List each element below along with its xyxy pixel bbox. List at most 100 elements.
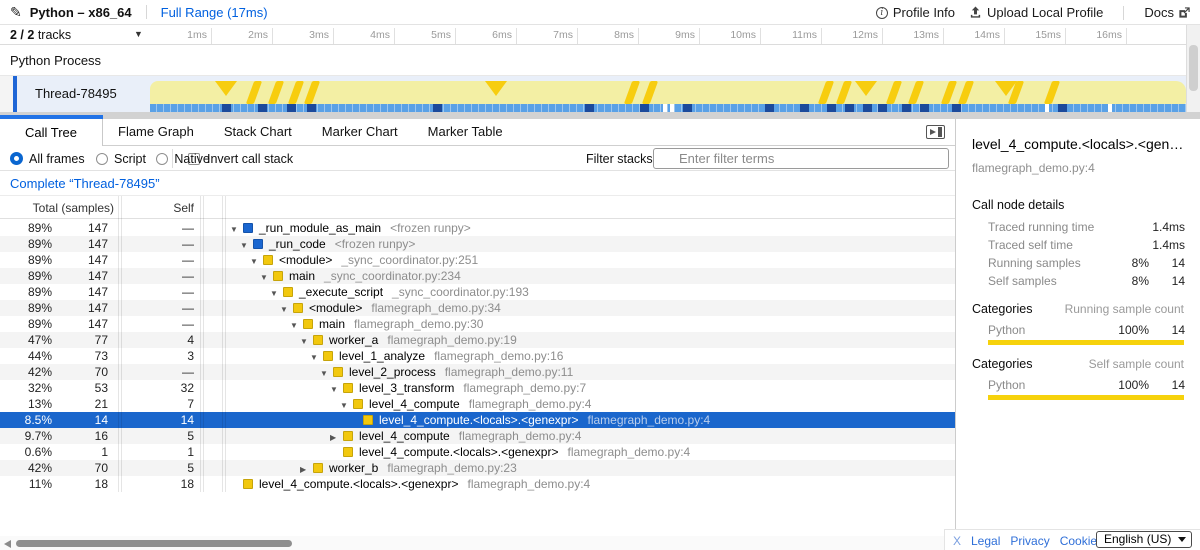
thread-track[interactable]: Thread-78495 — [0, 76, 1186, 112]
category-name: Python — [988, 323, 1025, 337]
call-tree-row[interactable]: 8.5%1414level_4_compute.<locals>.<genexp… — [0, 412, 955, 428]
radio-all-frames[interactable]: All frames — [10, 146, 85, 171]
category-square-icon — [263, 255, 273, 265]
file-location: flamegraph_demo.py:16 — [434, 349, 563, 363]
profiler-app: ✎ Python – x86_64 Full Range (17ms) i Pr… — [0, 0, 1200, 550]
category-square-icon — [343, 431, 353, 441]
timeline-vertical-scrollbar[interactable] — [1186, 25, 1200, 119]
footer-x-link[interactable]: X — [953, 534, 961, 548]
self-samples: — — [182, 316, 194, 332]
call-tree-row[interactable]: 11%1818level_4_compute.<locals>.<genexpr… — [0, 476, 955, 492]
sample-dark-segment — [952, 104, 961, 112]
call-tree-row[interactable]: 44%733▼level_1_analyzeflamegraph_demo.py… — [0, 348, 955, 364]
sidebar-toggle-bar — [938, 127, 942, 137]
thread-activity-graph[interactable] — [150, 81, 1186, 104]
thread-track-gutter — [0, 76, 13, 112]
tab-marker-table[interactable]: Marker Table — [413, 119, 518, 145]
function-name: level_4_compute.<locals>.<genexpr> — [259, 477, 458, 491]
upload-profile-button[interactable]: Upload Local Profile — [969, 5, 1103, 20]
tab-stack-chart[interactable]: Stack Chart — [209, 119, 307, 145]
call-tree-row[interactable]: 47%774▼worker_aflamegraph_demo.py:19 — [0, 332, 955, 348]
call-tree-row[interactable]: 32%5332▼level_3_transformflamegraph_demo… — [0, 380, 955, 396]
full-range-link[interactable]: Full Range (17ms) — [161, 5, 268, 20]
total-percent: 89% — [28, 316, 52, 332]
breadcrumb[interactable]: Complete “Thread-78495” — [10, 176, 160, 191]
call-tree-row[interactable]: 89%147—▼<module>flamegraph_demo.py:34 — [0, 300, 955, 316]
category-square-icon — [243, 479, 253, 489]
call-node-details: Traced running time1.4msTraced self time… — [956, 220, 1200, 292]
call-tree-row[interactable]: 89%147—▼_execute_script_sync_coordinator… — [0, 284, 955, 300]
total-samples: 147 — [88, 284, 108, 300]
sidebar-toggle-button[interactable] — [926, 125, 945, 139]
self-samples: — — [182, 268, 194, 284]
timeline-scrollbar-thumb[interactable] — [1189, 45, 1198, 91]
call-tree-row[interactable]: 42%705▶worker_bflamegraph_demo.py:23 — [0, 460, 955, 476]
function-name: <module> — [279, 253, 332, 267]
profile-info-button[interactable]: i Profile Info — [876, 5, 955, 20]
call-tree-row[interactable]: 9.7%165▶level_4_computeflamegraph_demo.p… — [0, 428, 955, 444]
call-node-details-header: Call node details — [972, 198, 1064, 212]
filter-stacks-input[interactable] — [653, 148, 949, 169]
category-row: Python100%14 — [956, 378, 1200, 392]
sample-dark-segment — [765, 104, 774, 112]
sidebar-toggle-icon — [930, 129, 936, 135]
radio-script[interactable]: Script — [96, 146, 146, 171]
track-marker-icon — [886, 81, 902, 104]
sample-dark-segment — [878, 104, 887, 112]
file-location: flamegraph_demo.py:4 — [467, 477, 590, 491]
footer-link-privacy[interactable]: Privacy — [1010, 534, 1049, 548]
category-square-icon — [303, 319, 313, 329]
scroll-left-arrow-icon[interactable] — [4, 540, 11, 548]
footer-link-legal[interactable]: Legal — [971, 534, 1000, 548]
sample-dark-segment — [920, 104, 929, 112]
language-select[interactable]: English (US) — [1096, 531, 1192, 548]
self-samples: 5 — [187, 428, 194, 444]
profile-title: Python – x86_64 — [30, 5, 132, 20]
call-tree-row[interactable]: 13%217▼level_4_computeflamegraph_demo.py… — [0, 396, 955, 412]
track-marker-icon — [836, 81, 852, 104]
category-square-icon — [273, 271, 283, 281]
self-samples: 18 — [181, 476, 194, 492]
total-samples: 21 — [95, 396, 108, 412]
call-tree-row[interactable]: 42%70—▼level_2_processflamegraph_demo.py… — [0, 364, 955, 380]
radio-native[interactable]: Native — [156, 146, 209, 171]
file-location: flamegraph_demo.py:4 — [567, 445, 690, 459]
tab-marker-chart[interactable]: Marker Chart — [307, 119, 413, 145]
thread-sample-strip[interactable] — [150, 104, 1186, 112]
total-samples: 77 — [95, 332, 108, 348]
tree-cell: level_4_compute.<locals>.<genexpr> flameg… — [230, 476, 590, 492]
column-self[interactable]: Self — [173, 201, 194, 215]
detail-label: Traced running time — [988, 220, 1094, 234]
call-tree-row[interactable]: 0.6%11level_4_compute.<locals>.<genexpr>… — [0, 444, 955, 460]
edit-profile-name-icon[interactable]: ✎ — [10, 5, 22, 19]
call-tree-row[interactable]: 89%147—▼mainflamegraph_demo.py:30 — [0, 316, 955, 332]
sample-dark-segment — [800, 104, 809, 112]
category-name: Python — [988, 378, 1025, 392]
details-sidebar: level_4_compute.<locals>.<genexpr> flame… — [955, 119, 1200, 550]
tab-flame-graph[interactable]: Flame Graph — [103, 119, 209, 145]
horizontal-scrollbar-thumb[interactable] — [16, 540, 292, 547]
call-tree-row[interactable]: 89%147—▼main_sync_coordinator.py:234 — [0, 268, 955, 284]
total-percent: 89% — [28, 236, 52, 252]
category-bar — [988, 340, 1184, 345]
tab-call-tree[interactable]: Call Tree — [0, 119, 103, 146]
radio-label: All frames — [29, 152, 85, 166]
chevron-down-icon — [1178, 537, 1186, 542]
call-tree-row[interactable]: 89%147—▼<module>_sync_coordinator.py:251 — [0, 252, 955, 268]
category-row: Python100%14 — [956, 323, 1200, 337]
tracks-dropdown-icon[interactable]: ▼ — [134, 29, 143, 39]
call-tree-row[interactable]: 89%147—▼_run_code<frozen runpy> — [0, 236, 955, 252]
docs-link[interactable]: Docs — [1144, 5, 1190, 20]
horizontal-scrollbar[interactable] — [0, 536, 944, 550]
call-tree-rows: 89%147—▼_run_module_as_main<frozen runpy… — [0, 220, 955, 492]
function-name: level_4_compute — [369, 397, 460, 411]
call-node-detail-row: Self samples8%14 — [956, 274, 1200, 292]
ruler-tick-label: 2ms — [224, 29, 268, 41]
self-samples: — — [182, 300, 194, 316]
process-track[interactable]: Python Process — [0, 45, 1186, 76]
sample-dark-segment — [902, 104, 911, 112]
call-tree-row[interactable]: 89%147—▼_run_module_as_main<frozen runpy… — [0, 220, 955, 236]
detail-percent: 8% — [1132, 274, 1149, 288]
divider — [1123, 6, 1124, 20]
column-total-samples[interactable]: Total (samples) — [33, 201, 114, 215]
